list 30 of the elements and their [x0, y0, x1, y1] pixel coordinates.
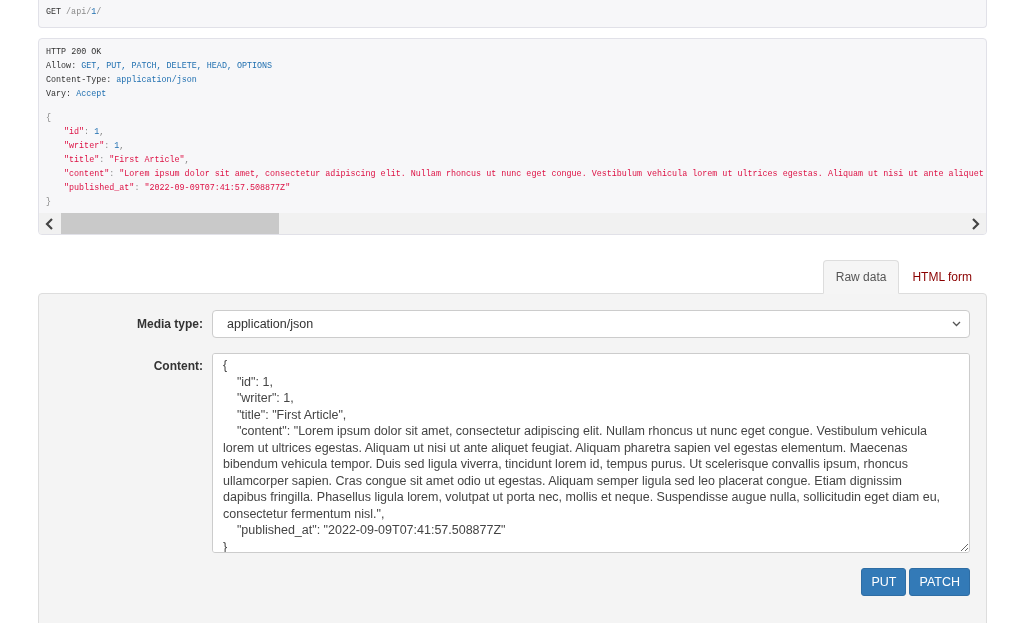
path-link[interactable]: 1 — [91, 7, 97, 17]
scroll-left-icon[interactable] — [45, 217, 55, 230]
header-name: Vary: — [46, 89, 72, 99]
header-value: application/json — [116, 75, 197, 85]
json-line: "content": "Lorem ipsum dolor sit amet, consectetur adipiscing elit. Nullam rhoncus ut nunc eget congue. Vestibulum vehicula lorem ut ultrices egestas. Aliquam ut nisi ut ante aliquet — [64, 169, 984, 179]
scrollbar-thumb[interactable] — [61, 213, 279, 234]
tab[interactable]: HTML form — [899, 260, 985, 294]
submit-button[interactable]: PUT — [861, 568, 907, 596]
request-method: GET — [46, 7, 62, 17]
json-line: "title": "First Article", — [64, 155, 190, 165]
tab[interactable]: Raw data — [822, 260, 900, 294]
header-name: Allow: — [46, 61, 77, 71]
json-line: "writer": 1, — [64, 141, 125, 151]
media-type-select[interactable]: application/json — [212, 310, 970, 338]
json-line: "id": 1, — [64, 127, 105, 137]
path-text: /api/ — [66, 7, 92, 17]
field-label: Media type: — [136, 317, 203, 331]
submit-button[interactable]: PATCH — [909, 568, 970, 596]
chevron-down-icon — [952, 321, 961, 327]
json-brace: } — [46, 197, 52, 207]
json-brace: { — [46, 113, 52, 123]
horizontal-scrollbar[interactable] — [39, 213, 986, 234]
json-line: "published_at": "2022-09-09T07:41:57.508877Z" — [64, 183, 291, 193]
response-status: HTTP 200 OK — [46, 46, 103, 59]
scroll-right-icon[interactable] — [970, 217, 980, 230]
header-value: GET, PUT, PATCH, DELETE, HEAD, OPTIONS — [81, 61, 273, 71]
path-text: / — [96, 7, 102, 17]
field-label: Content: — [152, 358, 203, 373]
header-name: Content-Type: — [46, 75, 112, 85]
header-value: Accept — [76, 89, 107, 99]
